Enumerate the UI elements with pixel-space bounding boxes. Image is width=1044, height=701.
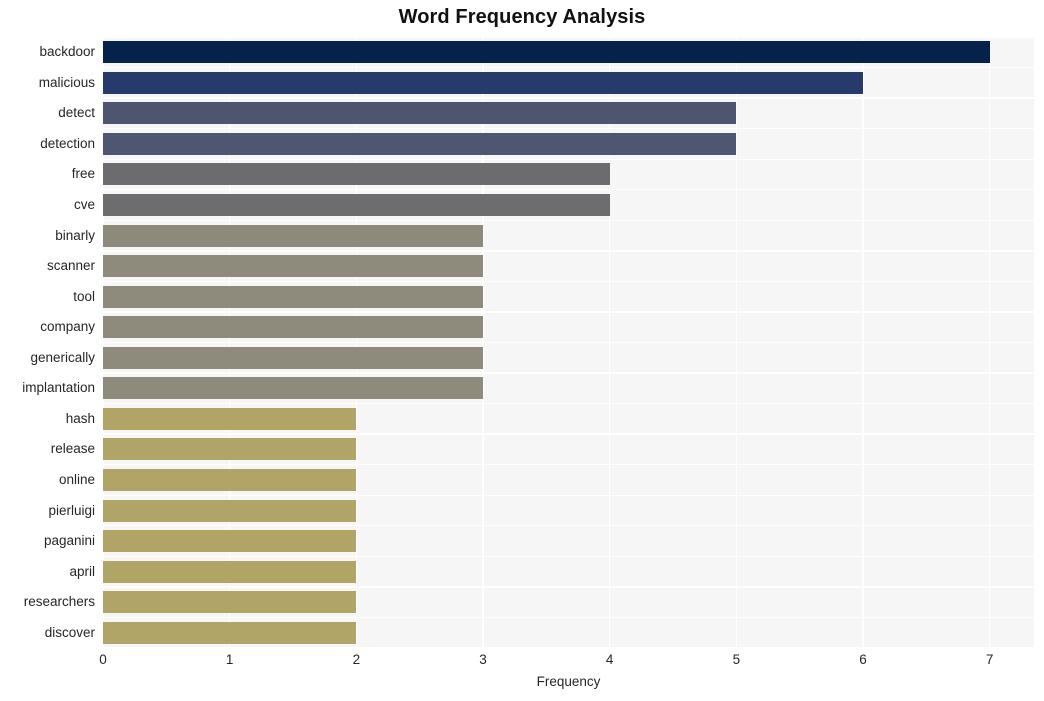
y-axis-tick-label: company [40, 319, 95, 335]
gridline-horizontal [103, 586, 1034, 588]
y-axis-tick-label: binarly [55, 227, 95, 243]
gridline-horizontal [103, 280, 1034, 283]
gridline-horizontal [103, 433, 1034, 435]
bar [103, 621, 357, 644]
bar [103, 285, 483, 308]
y-axis-tick-label: detection [40, 135, 95, 151]
bar [103, 41, 990, 64]
y-axis-tick-label: backdoor [39, 44, 95, 60]
x-axis-title: Frequency [536, 674, 601, 689]
y-axis-tick-label: cve [73, 197, 95, 213]
gridline-horizontal [103, 158, 1034, 160]
gridline-horizontal [103, 464, 1034, 466]
y-axis-tick-label: researchers [23, 594, 95, 610]
bar [103, 346, 483, 369]
gridline-horizontal [103, 555, 1034, 558]
gridline-horizontal [103, 372, 1034, 374]
y-axis-tick-label: scanner [46, 258, 95, 274]
bar [103, 468, 357, 491]
y-axis-tick-label: pierluigi [48, 502, 95, 518]
y-axis-tick-label: free [71, 166, 95, 182]
bar [103, 316, 483, 339]
gridline-horizontal [103, 189, 1034, 191]
chart-title: Word Frequency Analysis [398, 6, 646, 28]
bar [103, 224, 483, 247]
bar [103, 377, 483, 400]
bar [103, 560, 357, 583]
gridline-horizontal [103, 66, 1034, 69]
bar [103, 194, 610, 217]
y-axis-tick-label: paganini [43, 533, 95, 549]
x-axis-tick-label: 7 [985, 652, 994, 667]
x-axis-tick-label: 6 [859, 652, 867, 667]
y-axis-tick-label: release [50, 441, 95, 457]
bar [103, 255, 483, 278]
bar [103, 499, 357, 522]
x-axis-tick-label: 5 [732, 652, 741, 667]
bar [103, 102, 737, 125]
bar [103, 407, 357, 430]
gridline-horizontal [103, 494, 1034, 496]
y-axis: backdoor malicious detect detection free cve b… [0, 37, 95, 648]
gridline-horizontal [103, 311, 1034, 313]
bar [103, 71, 863, 94]
gridline-horizontal [103, 219, 1034, 221]
bar [103, 530, 357, 553]
bar [103, 163, 610, 186]
gridline-horizontal [103, 525, 1034, 527]
x-axis-tick-label: 4 [605, 652, 614, 667]
y-axis-tick-label: hash [65, 410, 95, 426]
y-axis-tick-label: malicious [38, 74, 95, 90]
bar [103, 132, 737, 155]
y-axis-tick-label: april [69, 563, 95, 579]
x-axis-tick-label: 2 [352, 652, 361, 667]
plot-area [103, 37, 1034, 648]
y-axis-tick-label: implantation [22, 380, 95, 396]
bar [103, 591, 357, 614]
y-axis-tick-label: detect [58, 105, 95, 121]
gridline-horizontal [103, 250, 1034, 252]
gridline-horizontal [103, 616, 1034, 619]
gridline-horizontal [103, 127, 1034, 130]
bar [103, 438, 357, 461]
y-axis-tick-label: discover [44, 624, 95, 640]
gridline-horizontal [103, 402, 1034, 405]
gridline-horizontal [103, 37, 1034, 38]
gridline-horizontal [103, 341, 1034, 344]
x-axis-tick-label: 0 [99, 652, 107, 667]
x-axis-tick-label: 1 [225, 652, 234, 667]
gridline-horizontal [103, 97, 1034, 99]
y-axis-tick-label: tool [73, 288, 95, 304]
word-frequency-chart: Word Frequency Analysis backdoor maliciou… [0, 0, 1044, 701]
x-axis-tick-label: 3 [479, 652, 487, 667]
y-axis-tick-label: online [58, 471, 95, 487]
y-axis-tick-label: generically [30, 349, 95, 365]
